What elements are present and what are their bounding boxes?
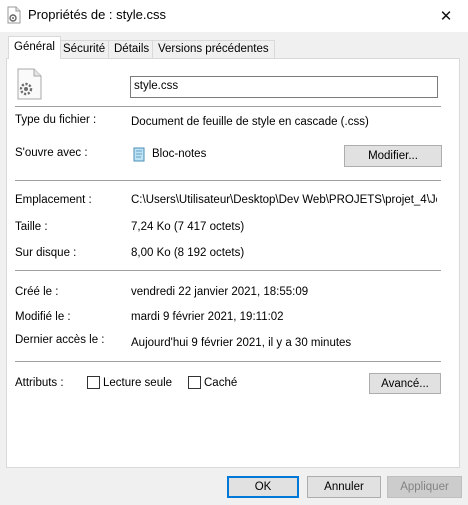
location-label: Emplacement :	[15, 194, 92, 206]
accessed-label: Dernier accès le :	[15, 334, 105, 346]
type-value: Document de feuille de style en cascade …	[131, 116, 369, 128]
cancel-button[interactable]: Annuler	[307, 476, 381, 498]
tab-general[interactable]: Général	[8, 36, 61, 59]
size-on-disk-label: Sur disque :	[15, 247, 77, 259]
divider	[15, 106, 441, 107]
close-icon: ✕	[439, 8, 453, 25]
hidden-label: Caché	[204, 377, 238, 389]
tab-details[interactable]: Détails	[108, 40, 156, 58]
opens-with-app: Bloc-notes	[152, 148, 207, 160]
tab-previous-versions[interactable]: Versions précédentes	[152, 40, 275, 58]
css-file-icon	[15, 68, 43, 100]
attributes-label: Attributs :	[15, 377, 64, 389]
size-label: Taille :	[15, 221, 48, 233]
readonly-label: Lecture seule	[103, 377, 173, 389]
size-on-disk-value: 8,00 Ko (8 192 octets)	[131, 247, 245, 259]
modified-label: Modifié le :	[15, 311, 71, 323]
file-properties-icon	[7, 6, 21, 24]
type-label: Type du fichier :	[15, 114, 97, 126]
hidden-checkbox[interactable]	[188, 376, 201, 389]
modified-value: mardi 9 février 2021, 19:11:02	[131, 311, 284, 323]
accessed-value: Aujourd'hui 9 février 2021, il y a 30 mi…	[131, 337, 352, 349]
tab-security[interactable]: Sécurité	[57, 40, 112, 58]
divider	[15, 361, 441, 362]
apply-button[interactable]: Appliquer	[387, 476, 462, 498]
tab-label: Général	[14, 41, 55, 53]
divider	[15, 180, 441, 181]
tab-label: Versions précédentes	[158, 43, 269, 55]
created-value: vendredi 22 janvier 2021, 18:55:09	[131, 286, 309, 298]
ok-button[interactable]: OK	[227, 476, 299, 498]
opens-with-label: S'ouvre avec :	[15, 147, 88, 159]
advanced-button[interactable]: Avancé...	[369, 373, 441, 394]
tab-label: Détails	[114, 43, 150, 55]
created-label: Créé le :	[15, 286, 59, 298]
tab-label: Sécurité	[63, 43, 106, 55]
location-value: C:\Users\Utilisateur\Desktop\Dev Web\PRO…	[131, 194, 437, 206]
size-value: 7,24 Ko (7 417 octets)	[131, 221, 245, 233]
window-title: Propriétés de : style.css	[28, 7, 166, 22]
readonly-checkbox[interactable]	[87, 376, 100, 389]
notepad-icon	[132, 147, 146, 162]
divider	[15, 270, 441, 271]
change-button[interactable]: Modifier...	[344, 145, 442, 167]
close-button[interactable]: ✕	[424, 0, 468, 32]
filename-input[interactable]: style.css	[130, 76, 438, 98]
